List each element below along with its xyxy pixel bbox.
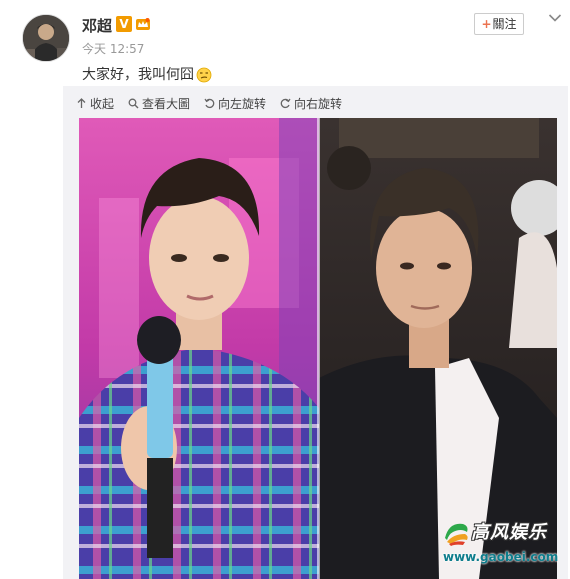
chevron-down-icon[interactable] <box>548 13 562 23</box>
smirk-emoji-icon <box>196 67 212 83</box>
verified-v-icon: V <box>116 16 132 32</box>
watermark: 高风娱乐 www.gaobei.com <box>441 518 567 570</box>
magnifier-icon <box>128 98 139 108</box>
member-crown-icon <box>135 16 151 32</box>
watermark-title: 高风娱乐 <box>471 522 547 543</box>
avatar[interactable] <box>22 14 70 62</box>
collapse-arrow-icon <box>77 97 86 108</box>
view-large-label: 查看大圖 <box>142 96 191 111</box>
media-panel: 收起 查看大圖 向左旋转 向右旋转 <box>63 86 568 579</box>
post-text: 大家好，我叫何囧 <box>82 64 212 84</box>
collapse-button[interactable]: 收起 <box>76 95 114 112</box>
weibo-post-card: 邓超 V 今天 12:57 大家好，我叫何囧 +關注 收起 查看大圖 向左旋转 … <box>0 0 570 579</box>
watermark-url: www.gaobei.com <box>443 550 559 564</box>
username[interactable]: 邓超 <box>82 15 112 36</box>
post-timestamp[interactable]: 今天 12:57 <box>82 40 144 57</box>
rotate-left-button[interactable]: 向左旋转 <box>204 95 266 112</box>
follow-label: 關注 <box>492 17 517 31</box>
media-toolbar: 收起 查看大圖 向左旋转 向右旋转 <box>76 93 356 113</box>
rotate-right-label: 向右旋转 <box>294 96 343 111</box>
collapse-label: 收起 <box>90 96 115 111</box>
post-photo[interactable] <box>79 118 557 579</box>
gaobei-logo-icon <box>445 523 468 546</box>
view-large-button[interactable]: 查看大圖 <box>128 95 190 112</box>
follow-button[interactable]: +關注 <box>474 13 524 35</box>
rotate-left-label: 向左旋转 <box>218 96 267 111</box>
post-text-content: 大家好，我叫何囧 <box>82 67 194 83</box>
rotate-right-icon <box>280 98 291 108</box>
follow-plus-icon: + <box>481 17 492 31</box>
rotate-right-button[interactable]: 向右旋转 <box>280 95 342 112</box>
rotate-left-icon <box>204 98 215 108</box>
